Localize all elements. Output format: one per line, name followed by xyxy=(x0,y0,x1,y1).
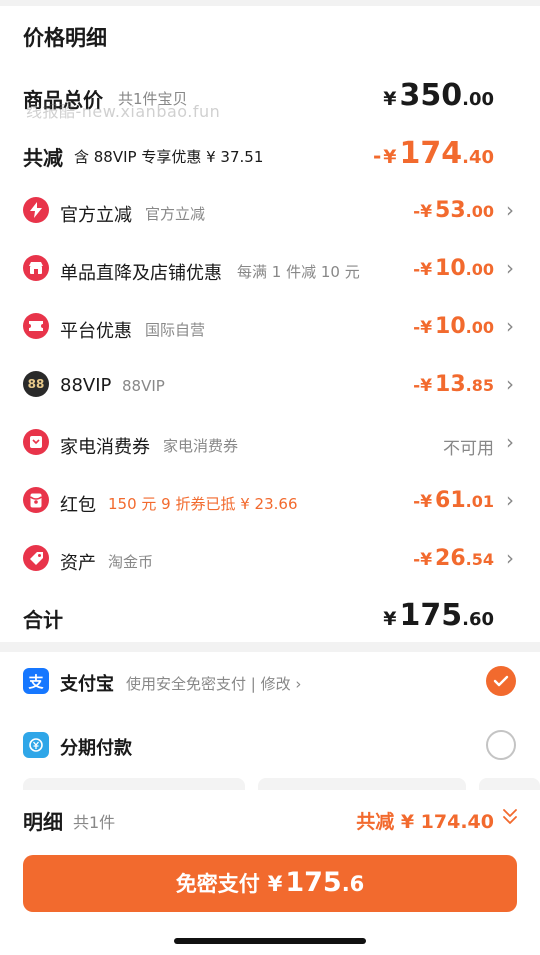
detail-count: 共1件 xyxy=(73,813,116,832)
payment-name: 支付宝 xyxy=(60,674,114,695)
chevron-right-icon: › xyxy=(506,546,514,570)
installment-icon xyxy=(23,732,49,758)
discount-amount: - ¥26.54 xyxy=(413,546,494,571)
discount-desc: 家电消费券 xyxy=(163,437,239,455)
total-discount-label: 共减 xyxy=(23,146,63,170)
payment-name: 分期付款 xyxy=(60,738,132,759)
alipay-icon: 支 xyxy=(23,668,49,694)
chevron-right-icon: › xyxy=(506,198,514,222)
detail-label: 明细 xyxy=(23,810,63,834)
discount-name: 家电消费券 xyxy=(60,437,150,458)
discount-row-platform[interactable]: 平台优惠 国际自营 - ¥10.00 › xyxy=(0,308,540,348)
chevron-right-icon: › xyxy=(506,256,514,280)
discount-desc: 88VIP xyxy=(122,377,165,395)
discount-name: 资产 xyxy=(60,553,96,574)
discount-amount: - ¥10.00 xyxy=(413,256,494,281)
selected-check-icon[interactable] xyxy=(486,666,516,696)
unselected-radio-icon[interactable] xyxy=(486,730,516,760)
shop-icon xyxy=(23,255,49,281)
discount-row-appliance-coupon[interactable]: 家电消费券 家电消费券 不可用 › xyxy=(0,424,540,464)
payment-desc[interactable]: 使用安全免密支付 | 修改 › xyxy=(126,673,301,694)
subtotal-row: 合计 ¥175.60 xyxy=(0,596,540,636)
unavailable-label: 不可用 xyxy=(443,439,494,459)
pay-button[interactable]: 免密支付 ¥175.6 xyxy=(23,855,517,912)
discount-desc: 淘金币 xyxy=(108,553,154,571)
discount-row-assets[interactable]: 资产 淘金币 - ¥26.54 › xyxy=(0,540,540,580)
discount-row-store[interactable]: 单品直降及店铺优惠 每满 1 件减 10 元 - ¥10.00 › xyxy=(0,250,540,290)
discount-name: 平台优惠 xyxy=(60,321,132,342)
discount-amount: - ¥13.85 xyxy=(413,372,494,397)
collapse-chevron-icon[interactable] xyxy=(502,806,518,830)
subtotal-label: 合计 xyxy=(23,608,63,632)
coupon-icon xyxy=(23,429,49,455)
discount-desc: 每满 1 件减 10 元 xyxy=(237,263,360,281)
discount-desc: 官方立减 xyxy=(145,205,206,223)
discount-desc: 150 元 9 折券已抵 ¥ 23.66 xyxy=(108,495,298,513)
section-divider xyxy=(0,642,540,652)
page-title: 价格明细 xyxy=(23,26,107,50)
total-discount-amount: - ¥174.40 xyxy=(372,136,494,171)
home-indicator xyxy=(174,938,366,944)
watermark: 线报酷-new.xianbao.fun xyxy=(26,102,221,121)
lightning-icon xyxy=(23,197,49,223)
discount-row-official[interactable]: 官方立减 官方立减 - ¥53.00 › xyxy=(0,192,540,232)
discount-name: 官方立减 xyxy=(60,205,132,226)
discount-row-red-packet[interactable]: 红包 150 元 9 折券已抵 ¥ 23.66 - ¥61.01 › xyxy=(0,482,540,522)
chevron-right-icon: › xyxy=(506,430,514,454)
vip-88-icon: 88 xyxy=(23,371,49,397)
tag-icon xyxy=(23,545,49,571)
chevron-right-icon: › xyxy=(506,372,514,396)
total-price-amount: ¥350.00 xyxy=(383,78,494,113)
chevron-right-icon: › xyxy=(506,314,514,338)
payment-option-alipay[interactable]: 支 支付宝 使用安全免密支付 | 修改 › xyxy=(0,662,540,702)
subtotal-amount: ¥175.60 xyxy=(383,598,494,633)
discount-amount: - ¥10.00 xyxy=(413,314,494,339)
discount-amount: - ¥61.01 xyxy=(413,488,494,513)
detail-summary-bar[interactable]: 明细 共1件 共减 ¥ 174.40 xyxy=(0,790,540,850)
discount-desc: 国际自营 xyxy=(145,321,206,339)
chevron-right-icon: › xyxy=(506,488,514,512)
discount-name: 88VIP xyxy=(60,375,112,396)
discount-amount: - ¥53.00 xyxy=(413,198,494,223)
discount-row-88vip[interactable]: 88 88VIP 88VIP - ¥13.85 › xyxy=(0,366,540,406)
detail-total-discount: 共减 ¥ 174.40 xyxy=(356,811,494,833)
top-strip xyxy=(0,0,540,6)
discount-name: 单品直降及店铺优惠 xyxy=(60,263,222,284)
discount-name: 红包 xyxy=(60,495,96,516)
total-discount-vip-note: 含 88VIP 专享优惠 ¥ 37.51 xyxy=(74,148,264,166)
ticket-icon xyxy=(23,313,49,339)
total-discount-row: 共减 含 88VIP 专享优惠 ¥ 37.51 - ¥174.40 xyxy=(0,134,540,174)
red-packet-icon xyxy=(23,487,49,513)
payment-option-installment[interactable]: 分期付款 xyxy=(0,726,540,766)
